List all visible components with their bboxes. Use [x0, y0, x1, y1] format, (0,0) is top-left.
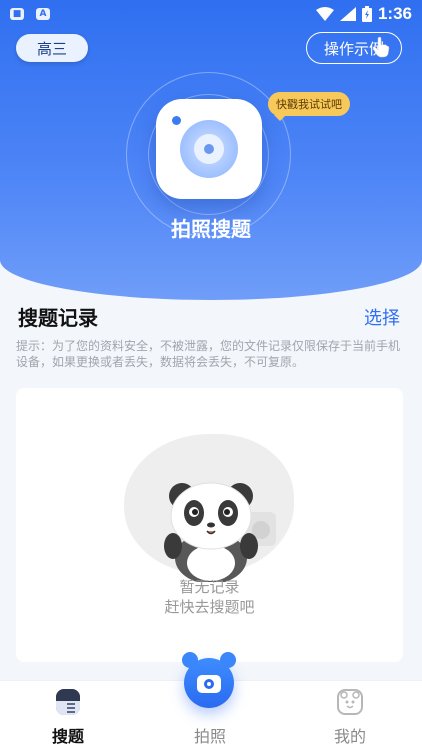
camera-lens-icon: [180, 120, 238, 178]
records-empty-card: 暂无记录 赶快去搜题吧: [16, 388, 403, 662]
hand-pointer-icon: [372, 36, 390, 58]
camera-indicator-dot: [172, 116, 181, 125]
tab-mine[interactable]: 我的: [300, 681, 400, 752]
status-time: 1:36: [377, 4, 412, 23]
tab-search-label: 搜题: [51, 727, 84, 746]
grade-selector[interactable]: 高三: [16, 34, 88, 62]
camera-icon: [197, 675, 221, 693]
hero-header: ■ A 1:36 高三 操作示例 快戳我试试吧 拍照搜题: [0, 0, 422, 300]
tab-photo-label: 拍照: [193, 727, 226, 746]
empty-state-subtext: 赶快去搜题吧: [164, 598, 255, 616]
panda-illustration-icon: [164, 482, 276, 582]
privacy-notice: 提示：为了您的资料安全，不被泄露，您的文件记录仅限保存于当前手机设备，如果更换或…: [16, 339, 401, 369]
notification-icon: ■: [10, 8, 24, 20]
status-bar: ■ A 1:36: [0, 0, 422, 28]
empty-state-text: 暂无记录: [179, 578, 240, 596]
fab-ear-left: [182, 652, 198, 668]
camera-capture-button[interactable]: [156, 99, 262, 199]
tip-text: 快戳我试试吧: [276, 98, 342, 111]
hero-title: 拍照搜题: [171, 217, 251, 241]
records-title: 搜题记录: [18, 306, 98, 330]
search-doc-icon: [56, 689, 80, 715]
tab-mine-label: 我的: [333, 727, 366, 746]
battery-icon: [361, 6, 372, 22]
fab-ear-right: [220, 652, 236, 668]
bear-face-icon: [337, 689, 363, 715]
camera-fab-button[interactable]: [182, 652, 236, 708]
tip-bubble: 快戳我试试吧: [268, 92, 350, 121]
signal-icon: [339, 7, 356, 21]
select-button[interactable]: 选择: [364, 304, 400, 330]
tab-search[interactable]: 搜题: [18, 681, 118, 752]
a-icon: A: [36, 8, 50, 20]
wifi-icon: [315, 7, 334, 21]
